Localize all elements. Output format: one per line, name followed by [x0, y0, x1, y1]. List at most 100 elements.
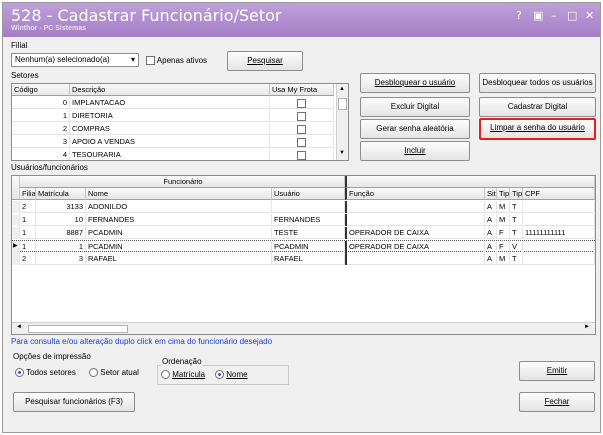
usuario-cpf — [523, 201, 595, 213]
usuario-funcao — [345, 214, 485, 226]
col-tipo-2[interactable]: Tipo — [510, 188, 523, 200]
checkbox-box[interactable] — [297, 111, 306, 121]
ordenar-matricula-radio[interactable]: Matrícula — [161, 370, 205, 380]
help-icon[interactable]: ? — [516, 9, 522, 22]
usuarios-label: Usuários/funcionários — [11, 163, 88, 172]
minimize-icon[interactable]: – — [551, 9, 557, 22]
cadastrar-digital-button[interactable]: Cadastrar Digital — [479, 97, 596, 117]
usa-my-frota-checkbox[interactable] — [270, 110, 334, 122]
setor-row[interactable]: 4 TESOURARIA — [12, 149, 334, 160]
window-title: 528 - Cadastrar Funcionário/Setor — [11, 6, 282, 25]
usa-my-frota-checkbox[interactable] — [270, 97, 334, 109]
restore-icon[interactable]: ▣ — [533, 9, 543, 22]
setor-row[interactable]: 3 APOIO A VENDAS — [12, 136, 334, 148]
setor-descricao: APOIO A VENDAS — [70, 136, 270, 148]
scroll-up-icon[interactable]: ▲ — [339, 86, 345, 92]
usuario-nome: ADONILDO — [86, 201, 272, 213]
usuario-tipo-1: F — [497, 241, 510, 253]
checkbox-box[interactable] — [297, 150, 306, 160]
incluir-button[interactable]: Incluir — [360, 141, 470, 161]
filial-value: Nenhum(a) selecionado(a) — [15, 55, 110, 64]
todos-setores-radio[interactable]: Todos setores — [15, 368, 76, 378]
usuario-cpf — [523, 241, 595, 253]
emitir-button[interactable]: Emitir — [519, 361, 595, 381]
apenas-ativos-checkbox[interactable]: Apenas ativos — [146, 56, 207, 66]
fechar-button[interactable]: Fechar — [519, 392, 595, 412]
usuario-row[interactable]: 1 10 FERNANDES FERNANDES A M T — [12, 214, 595, 226]
ordenar-nome-radio[interactable]: Nome — [215, 370, 248, 380]
setor-descricao: COMPRAS — [70, 123, 270, 135]
setor-codigo: 2 — [12, 123, 70, 135]
usuario-row[interactable]: ▶ 1 1 PCADMIN PCADMIN OPERADOR DE CAIXA A F V — [12, 240, 595, 253]
col-codigo[interactable]: Código — [12, 84, 70, 96]
pesquisar-funcionarios-button[interactable]: Pesquisar funcionários (F3) — [13, 392, 135, 412]
col-nome[interactable]: Nome — [86, 188, 272, 200]
col-tipo-1[interactable]: Tipo — [497, 188, 510, 200]
col-cpf[interactable]: CPF — [523, 188, 595, 200]
checkbox-box[interactable] — [297, 124, 306, 134]
col-usa-my-frota[interactable]: Usa My Frota — [270, 84, 334, 96]
usuario-usuario — [272, 201, 345, 213]
col-usuario[interactable]: Usuário — [272, 188, 345, 200]
usuario-filial: 1 — [20, 227, 36, 239]
usuario-nome: PCADMIN — [86, 241, 272, 253]
col-descricao[interactable]: Descrição — [70, 84, 270, 96]
radio-off[interactable] — [89, 368, 98, 378]
usuario-situacao: A — [485, 241, 497, 253]
row-indicator-header — [12, 176, 20, 200]
usuario-funcao: OPERADOR DE CAIXA — [345, 241, 485, 253]
usuario-matricula: 3133 — [36, 201, 86, 213]
usa-my-frota-checkbox[interactable] — [270, 149, 334, 160]
desbloquear-usuario-button[interactable]: Desbloquear o usuário — [360, 73, 470, 93]
setor-row[interactable]: 1 DIRETORIA — [12, 110, 334, 122]
scroll-left-icon[interactable]: ◄ — [16, 324, 22, 330]
funcionario-group-header: Funcionário — [20, 176, 345, 188]
desbloquear-todos-button[interactable]: Desbloquear todos os usuários — [479, 73, 596, 93]
usuario-filial: 1 — [20, 214, 36, 226]
usa-my-frota-checkbox[interactable] — [270, 123, 334, 135]
scroll-down-icon[interactable]: ▼ — [339, 150, 345, 156]
usuario-funcao — [345, 201, 485, 213]
scroll-right-icon[interactable]: ► — [584, 324, 590, 330]
radio-on[interactable] — [15, 368, 24, 378]
maximize-icon[interactable]: □ — [567, 9, 577, 22]
setor-atual-radio[interactable]: Setor atual — [89, 368, 139, 378]
radio-on[interactable] — [215, 370, 224, 380]
usuario-row[interactable]: 1 8887 PCADMIN TESTE OPERADOR DE CAIXA A F T 111… — [12, 227, 595, 239]
checkbox-box[interactable] — [297, 137, 306, 147]
usuarios-grid[interactable]: Funcionário Filial Matrícula Nome Usuári… — [11, 175, 596, 335]
usa-my-frota-checkbox[interactable] — [270, 136, 334, 148]
excluir-digital-button[interactable]: Excluir Digital — [360, 97, 470, 117]
hscroll-thumb[interactable] — [28, 325, 128, 333]
col-funcao[interactable]: Função — [345, 188, 485, 200]
usuario-tipo-1: M — [497, 253, 510, 265]
setor-row[interactable]: 2 COMPRAS — [12, 123, 334, 135]
checkbox-box[interactable] — [297, 98, 306, 108]
col-filial[interactable]: Filial — [20, 188, 36, 200]
col-matricula[interactable]: Matrícula — [36, 188, 86, 200]
scroll-thumb[interactable] — [338, 98, 347, 110]
usuario-tipo-1: M — [497, 214, 510, 226]
limpar-senha-button[interactable]: Limpar a senha do usuário — [479, 118, 596, 140]
setor-row[interactable]: 0 IMPLANTACAO — [12, 97, 334, 109]
usuario-row[interactable]: 2 3 RAFAEL RAFAEL A M T — [12, 253, 595, 265]
setor-descricao: TESOURARIA — [70, 149, 270, 160]
close-icon[interactable]: ✕ — [585, 9, 594, 22]
row-indicator — [12, 201, 20, 213]
usuario-usuario: PCADMIN — [272, 241, 345, 253]
checkbox-box[interactable] — [146, 56, 155, 66]
setores-grid[interactable]: Código Descrição Usa My Frota 0 IMPLANTAC… — [11, 83, 349, 161]
usuario-filial: 2 — [20, 253, 36, 265]
usuarios-hscrollbar[interactable]: ◄ ► — [12, 322, 595, 334]
usuario-usuario: TESTE — [272, 227, 345, 239]
usuario-row[interactable]: 2 3133 ADONILDO A M T — [12, 201, 595, 213]
setores-scrollbar[interactable]: ▲ ▼ — [336, 84, 348, 160]
usuario-usuario: FERNANDES — [272, 214, 345, 226]
col-situacao[interactable]: Situação — [485, 188, 497, 200]
gerar-senha-button[interactable]: Gerar senha aleatória — [360, 119, 470, 139]
setor-codigo: 3 — [12, 136, 70, 148]
impressao-label: Opções de impressão — [13, 352, 91, 361]
filial-select[interactable]: Nenhum(a) selecionado(a) ▾ — [11, 53, 139, 67]
pesquisar-button[interactable]: Pesquisar — [227, 51, 303, 71]
radio-off[interactable] — [161, 370, 170, 380]
